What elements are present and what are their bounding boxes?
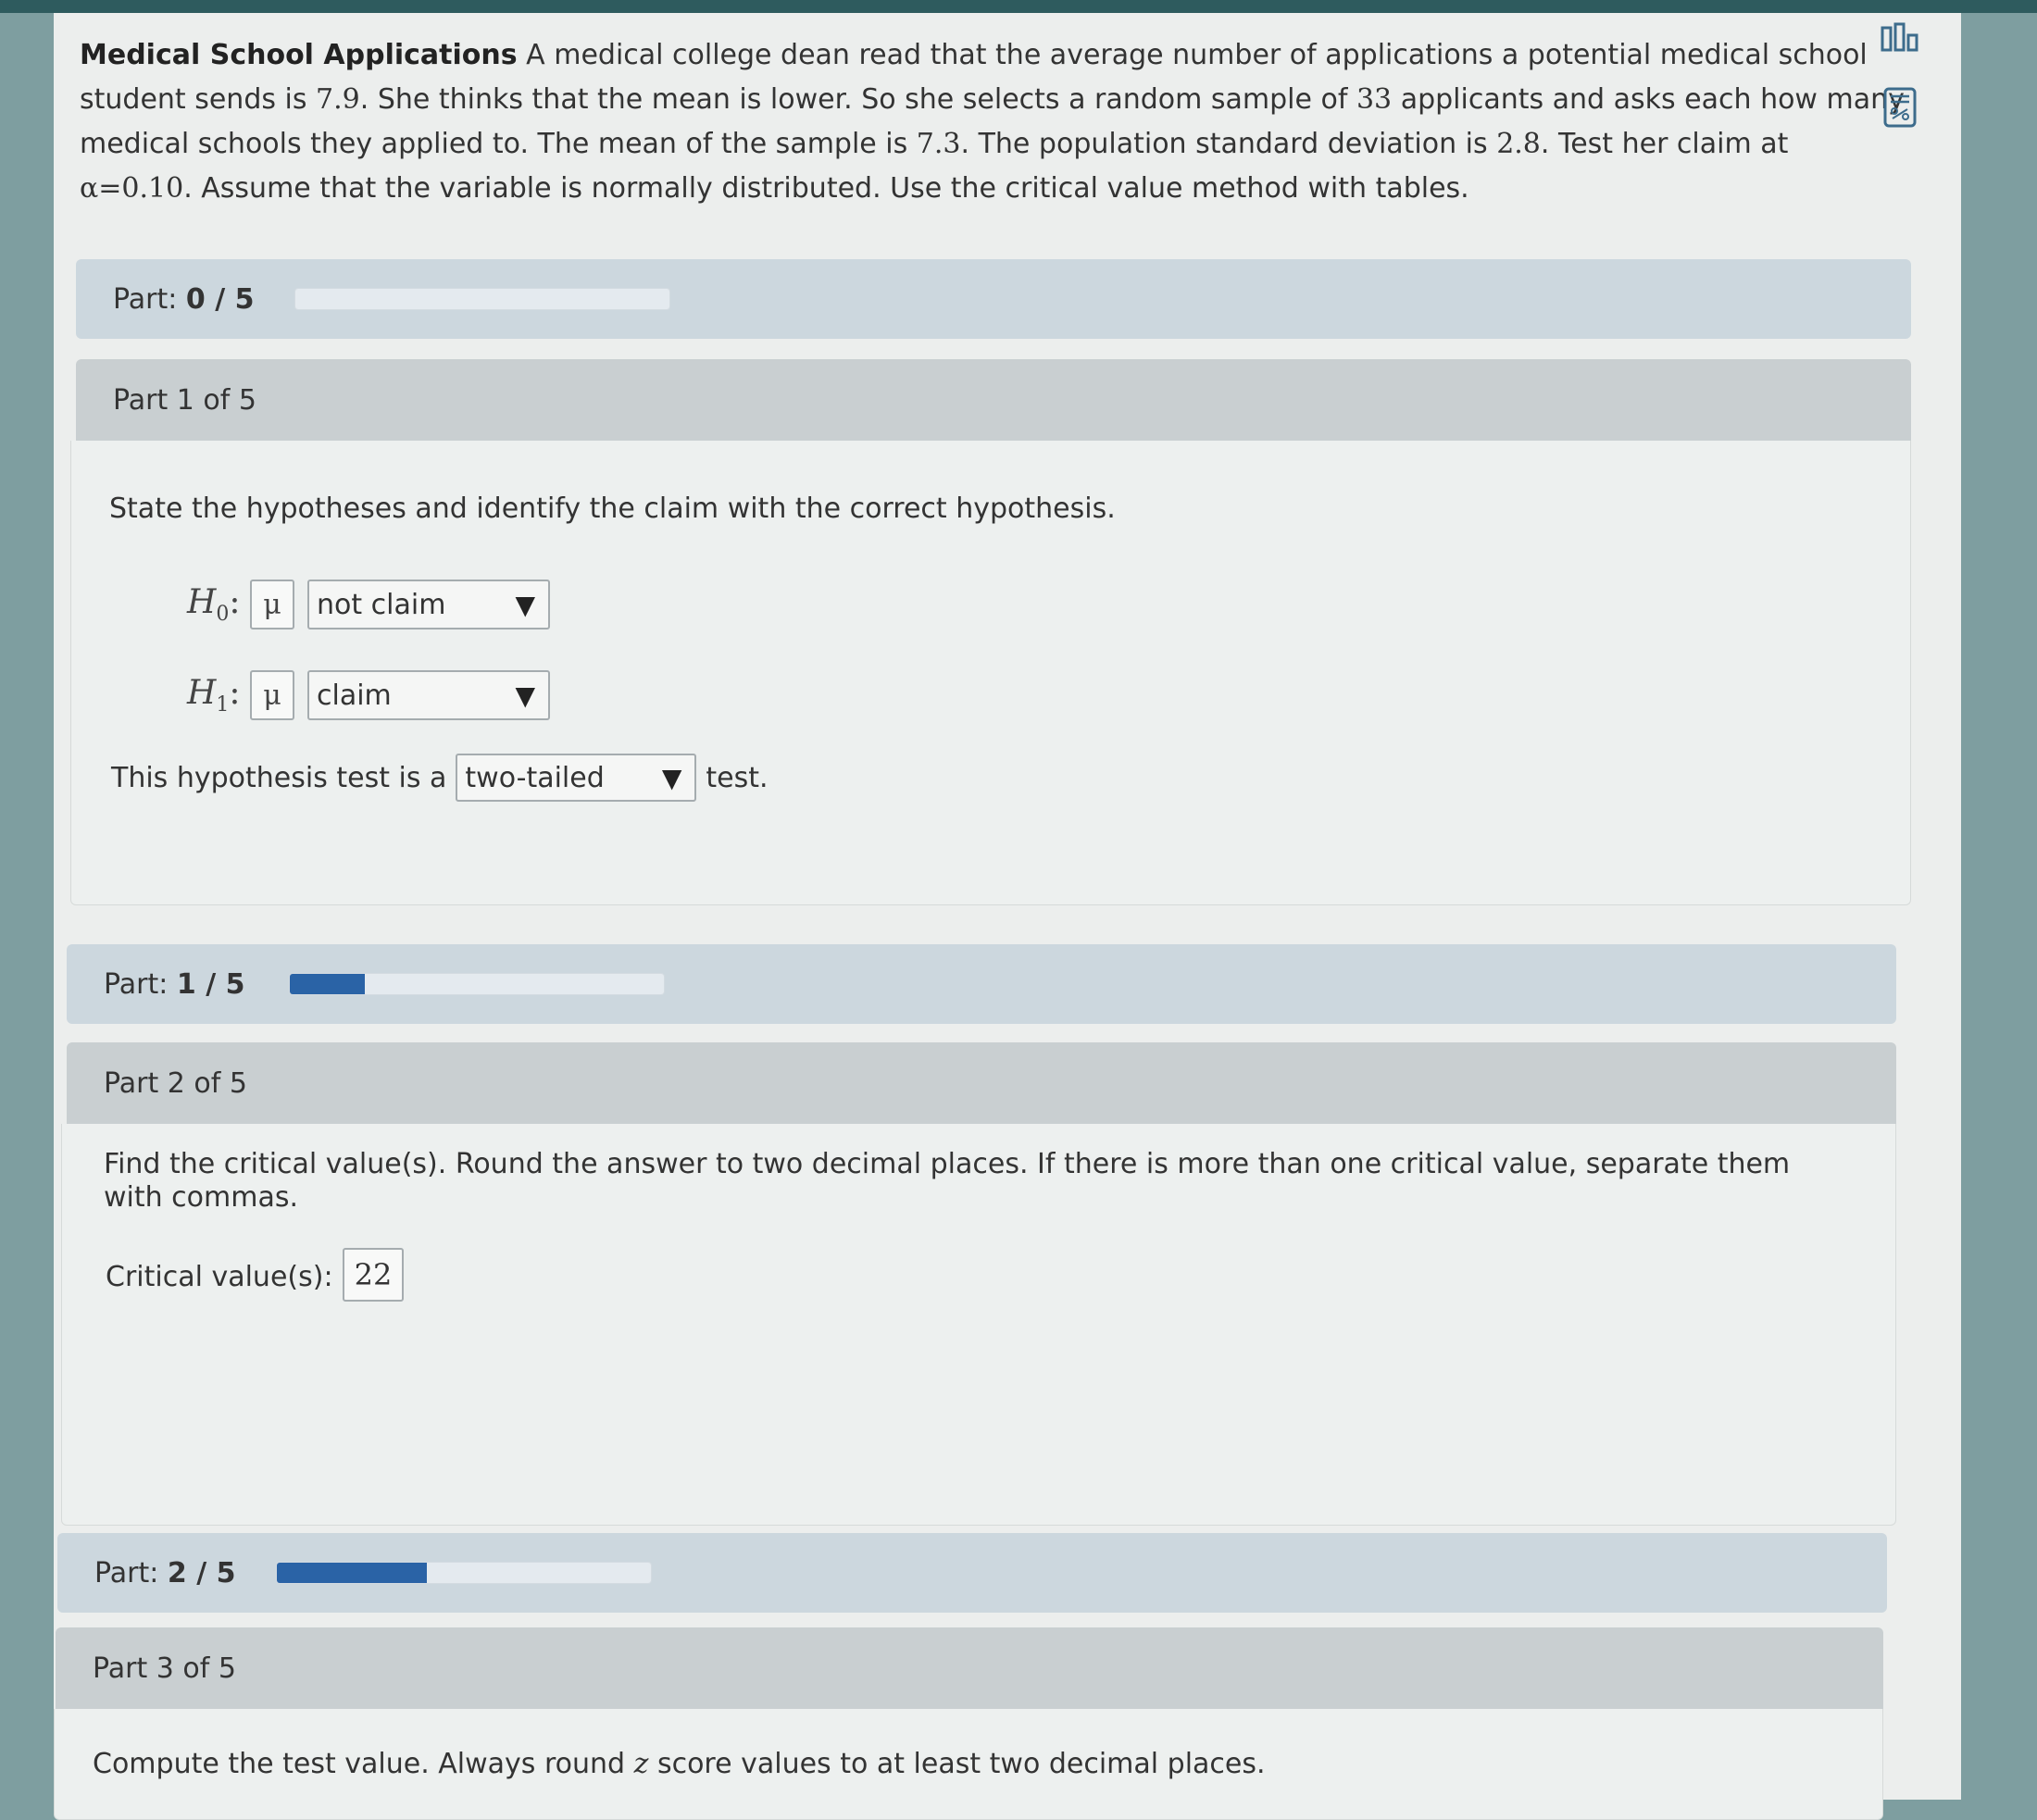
problem-title: Medical School Applications	[80, 39, 518, 71]
h1-label: H1:	[187, 673, 241, 717]
h0-select-value: not claim	[317, 588, 446, 621]
part-2-instruction: Find the critical value(s). Round the an…	[104, 1148, 1863, 1215]
problem-line-2: student sends is 7.9. She thinks that th…	[80, 78, 1922, 122]
progress-track	[289, 973, 665, 995]
problem-text: . Test her claim at	[1540, 128, 1789, 160]
problem-text: . The population standard deviation is	[960, 128, 1497, 160]
problem-statement: Medical School Applications A medical co…	[80, 33, 1922, 211]
progress-label: Part: 2 / 5	[94, 1556, 236, 1589]
test-type-text: This hypothesis test is a	[111, 761, 447, 794]
problem-text: student sends is	[80, 83, 317, 116]
top-bar	[0, 0, 2037, 13]
part-2-instruction-line: with commas.	[104, 1181, 299, 1214]
problem-line-1: Medical School Applications A medical co…	[80, 33, 1922, 78]
progress-track	[276, 1562, 652, 1584]
progress-bar-0: Part: 0 / 5	[76, 259, 1911, 339]
problem-text: applicants and asks each how many	[1392, 83, 1905, 116]
test-type-suffix: test.	[706, 761, 769, 794]
sample-size: 33	[1356, 83, 1393, 116]
null-hypothesis-row: H0: μ not claim ▼	[187, 580, 550, 630]
critical-value-label: Critical value(s):	[106, 1261, 333, 1293]
tool-panel	[1878, 17, 1930, 154]
calculator-icon[interactable]	[1878, 85, 1922, 130]
h0-parameter-box[interactable]: μ	[250, 580, 294, 630]
dropdown-arrow-icon: ▼	[661, 762, 682, 793]
part-2-instruction-line: Find the critical value(s). Round the an…	[104, 1148, 1791, 1180]
z-symbol: z	[633, 1748, 649, 1780]
h0-claim-select[interactable]: not claim ▼	[307, 580, 550, 630]
part-2-title: Part 2 of 5	[104, 1066, 247, 1100]
part-3-instruction: Compute the test value. Always round z s…	[93, 1748, 1266, 1780]
h1-parameter-box[interactable]: μ	[250, 670, 294, 720]
claimed-mean: 7.9	[316, 83, 360, 116]
problem-text: . Assume that the variable is normally d…	[183, 172, 1469, 205]
progress-track	[294, 288, 670, 310]
alpha-value: α=0.10	[80, 172, 184, 205]
problem-text: A medical college dean read that the ave…	[526, 39, 1868, 71]
problem-text: medical schools they applied to. The mea…	[80, 128, 917, 160]
part-2-header: Part 2 of 5	[67, 1042, 1896, 1124]
part-1-instruction: State the hypotheses and identify the cl…	[109, 492, 1116, 525]
data-table-icon[interactable]	[1878, 17, 1922, 61]
progress-fill	[290, 974, 365, 994]
question-page: Medical School Applications A medical co…	[54, 13, 1961, 1820]
problem-line-4: α=0.10. Assume that the variable is norm…	[80, 167, 1922, 211]
population-sd: 2.8	[1496, 128, 1541, 160]
part-3-header: Part 3 of 5	[56, 1627, 1883, 1709]
progress-label: Part: 1 / 5	[104, 967, 245, 1001]
progress-bar-2: Part: 2 / 5	[57, 1533, 1887, 1613]
alt-hypothesis-row: H1: μ claim ▼	[187, 670, 550, 720]
problem-line-3: medical schools they applied to. The mea…	[80, 122, 1922, 167]
progress-bar-1: Part: 1 / 5	[67, 944, 1896, 1024]
progress-fill	[277, 1563, 427, 1583]
h1-claim-select[interactable]: claim ▼	[307, 670, 550, 720]
sample-mean: 7.3	[916, 128, 961, 160]
test-type-row: This hypothesis test is a two-tailed ▼ t…	[111, 754, 769, 802]
part-1-header: Part 1 of 5	[76, 359, 1911, 441]
critical-value-input[interactable]: 22	[343, 1248, 404, 1302]
part-3-title: Part 3 of 5	[93, 1652, 236, 1685]
dropdown-arrow-icon: ▼	[515, 679, 535, 711]
test-type-select[interactable]: two-tailed ▼	[456, 754, 697, 802]
dropdown-arrow-icon: ▼	[515, 589, 535, 620]
part-1-title: Part 1 of 5	[113, 383, 256, 417]
progress-label: Part: 0 / 5	[113, 282, 255, 316]
test-type-value: two-tailed	[465, 761, 605, 794]
h0-label: H0:	[187, 582, 241, 627]
h1-select-value: claim	[317, 679, 392, 712]
problem-text: . She thinks that the mean is lower. So …	[359, 83, 1356, 116]
